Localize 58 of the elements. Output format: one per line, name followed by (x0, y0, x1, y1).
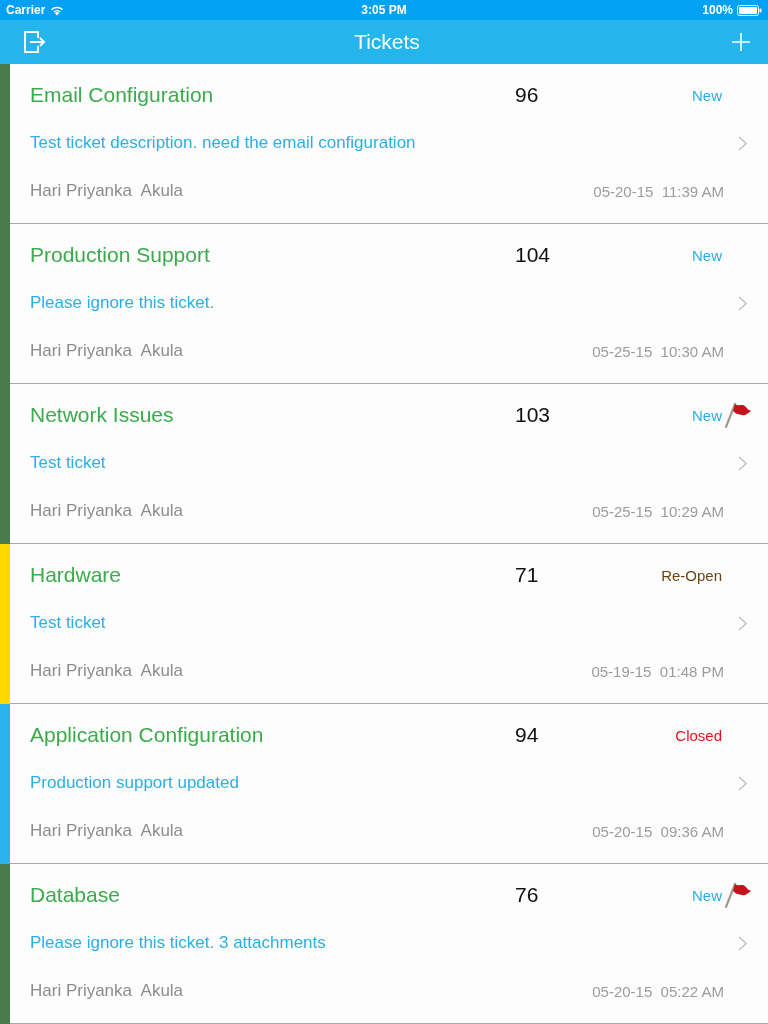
ticket-title: Production Support (30, 243, 211, 267)
ticket-description: Please ignore this ticket. (30, 293, 216, 313)
ticket-owner: Hari Priyanka Akula (30, 341, 185, 361)
chevron-icon (738, 135, 747, 151)
ticket-owner: Hari Priyanka Akula (30, 661, 185, 681)
ticket-number: 103 (515, 403, 552, 427)
ticket-number: 96 (515, 83, 540, 107)
chevron-icon (738, 455, 747, 471)
add-icon (732, 33, 750, 51)
ticket-row[interactable]: Hardware 71 Re-Open Test ticket Hari Priyanka Akula 05-19-15 01:48 PM (0, 544, 768, 704)
ticket-owner: Hari Priyanka Akula (30, 501, 185, 521)
add-button[interactable] (732, 33, 750, 51)
ticket-title: Network Issues (30, 403, 175, 427)
ticket-number: 71 (515, 563, 540, 587)
ticket-status: New (692, 246, 722, 264)
chevron-icon (738, 935, 747, 951)
ticket-date: 05-20-15 11:39 AM (593, 182, 724, 200)
chevron-icon (738, 615, 747, 631)
ticket-status: New (692, 406, 722, 424)
ticket-date: 05-25-15 10:30 AM (592, 342, 724, 360)
ticket-title: Database (30, 883, 121, 907)
ticket-number: 94 (515, 723, 540, 747)
ticket-status: New (692, 886, 722, 904)
wifi-icon (50, 4, 65, 16)
ticket-date: 05-20-15 05:22 AM (592, 982, 724, 1000)
ticket-description: Please ignore this ticket. 3 attachments (30, 933, 327, 953)
carrier-label: Carrier (6, 3, 46, 17)
ticket-description: Test ticket description. need the email configuration (30, 133, 417, 153)
ticket-date: 05-20-15 09:36 AM (592, 822, 724, 840)
ticket-description: Production support updated (30, 773, 240, 793)
logout-button[interactable] (24, 31, 46, 53)
ticket-description: Test ticket (30, 453, 107, 473)
ticket-title: Email Configuration (30, 83, 215, 107)
ticket-status: Closed (675, 726, 722, 744)
ticket-number: 76 (515, 883, 540, 907)
ticket-owner: Hari Priyanka Akula (30, 981, 185, 1001)
exit-icon (24, 31, 46, 53)
ticket-title: Hardware (30, 563, 123, 587)
ticket-number: 104 (515, 243, 552, 267)
battery-icon (737, 4, 762, 16)
ticket-owner: Hari Priyanka Akula (30, 181, 185, 201)
chevron-icon (738, 295, 747, 311)
nav-title: Tickets (354, 29, 420, 55)
ticket-status: Re-Open (661, 566, 722, 584)
ticket-status: New (692, 86, 722, 104)
battery-percent: 100% (702, 3, 733, 17)
ticket-row[interactable]: Application Configuration 94 Closed Production support updated Hari Priyanka Akula 05-20-15 09:36 AM (0, 704, 768, 864)
ticket-owner: Hari Priyanka Akula (30, 821, 185, 841)
ticket-row[interactable]: Database 76 New Please ignore this ticket. 3 attachments Hari Priyanka Akula 05-20-15 05:22 AM (0, 864, 768, 1024)
ticket-title: Application Configuration (30, 723, 265, 747)
ticket-date: 05-25-15 10:29 AM (592, 502, 724, 520)
ticket-date: 05-19-15 01:48 PM (591, 662, 724, 680)
chevron-icon (738, 775, 747, 791)
ticket-row[interactable]: Network Issues 103 New Test ticket Hari Priyanka Akula 05-25-15 10:29 AM (0, 384, 768, 544)
ticket-row[interactable]: Production Support 104 New Please ignore this ticket. Hari Priyanka Akula 05-25-15 10:30 AM (0, 224, 768, 384)
ticket-row[interactable]: Email Configuration 96 New Test ticket description. need the email configuration Hari Priyanka Akula 05-20-15 11:39 AM (0, 64, 768, 224)
clock-time: 3:05 PM (361, 3, 407, 17)
ticket-description: Test ticket (30, 613, 107, 633)
